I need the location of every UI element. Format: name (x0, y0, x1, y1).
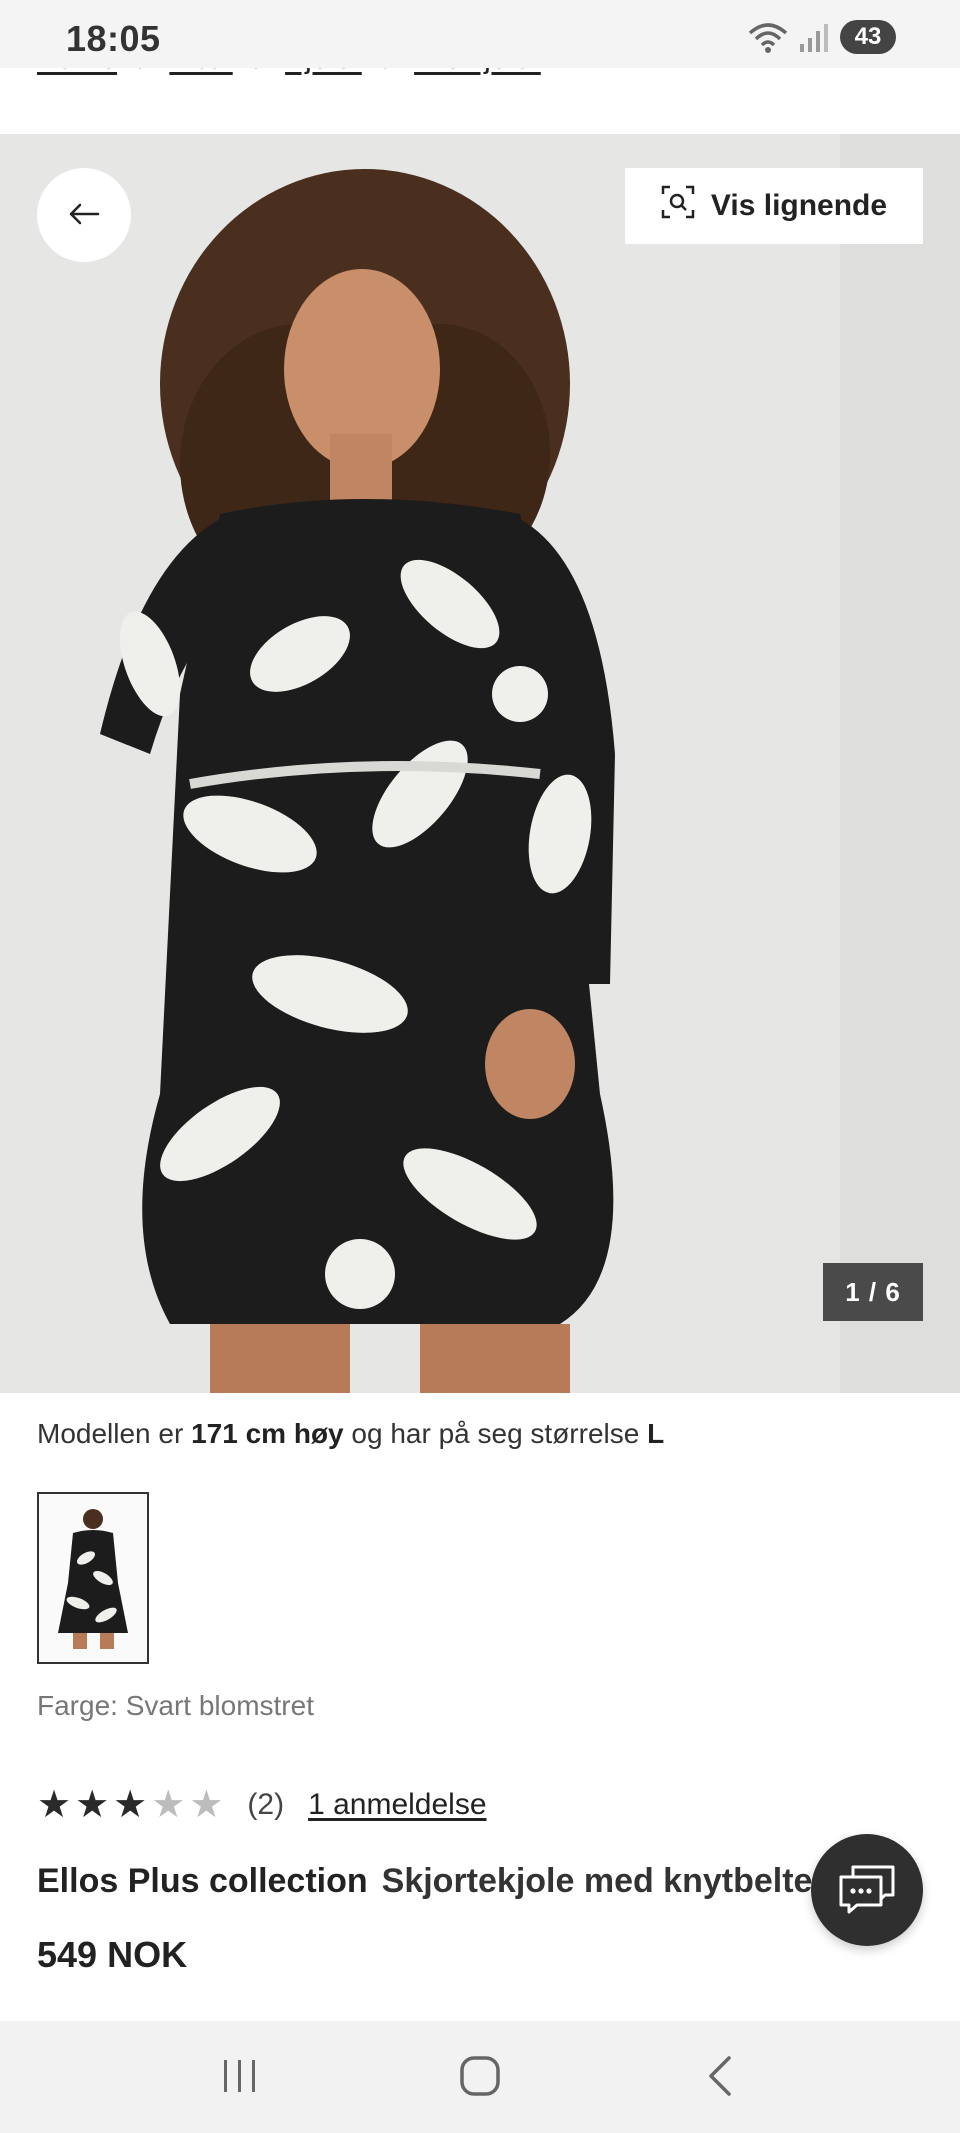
brand-name[interactable]: Ellos Plus collection (37, 1862, 368, 1900)
star-filled-icon: ★ (113, 1784, 148, 1826)
signal-icon (800, 22, 828, 52)
star-empty-icon: ★ (189, 1784, 224, 1826)
status-time: 18:05 (66, 18, 161, 59)
system-navigation-bar (0, 2021, 960, 2133)
home-icon (459, 2055, 501, 2100)
recent-apps-icon (220, 2058, 260, 2097)
status-bar: 18:05 43 (0, 0, 960, 68)
star-filled-icon: ★ (37, 1784, 72, 1826)
reviews-link[interactable]: 1 anmeldelse (308, 1788, 486, 1822)
product-photo (100, 169, 615, 1393)
model-middle: og har på seg størrelse (351, 1418, 640, 1449)
chat-button[interactable] (811, 1834, 923, 1946)
product-title: Ellos Plus collection Skjortekjole med kn… (37, 1862, 817, 1901)
product-price: 549 NOK (37, 1934, 188, 1975)
star-filled-icon: ★ (75, 1784, 110, 1826)
show-similar-label: Vis lignende (710, 189, 888, 222)
model-size: L (647, 1418, 665, 1449)
rating-stars: ★ ★ ★ ★ ★ (37, 1786, 223, 1824)
model-height: 171 cm høy (191, 1418, 344, 1449)
model-info: Modellen er 171 cm høy og har på seg stø… (37, 1418, 664, 1450)
recent-apps-button[interactable] (190, 2037, 290, 2117)
star-empty-icon: ★ (151, 1784, 186, 1826)
image-counter: 1 / 6 (823, 1263, 923, 1321)
status-icons: 43 (748, 20, 896, 54)
product-image-gallery[interactable]: Vis lignende 1 / 6 (0, 134, 960, 1393)
dress-thumbnail-image (58, 1509, 128, 1649)
battery-indicator: 43 (840, 20, 896, 54)
show-similar-button[interactable]: Vis lignende (625, 168, 923, 244)
wifi-icon (748, 21, 788, 53)
model-prefix: Modellen er (37, 1418, 184, 1449)
color-label: Farge: Svart blomstret (37, 1690, 314, 1721)
product-name: Skjortekjole med knytbelte (381, 1862, 813, 1900)
chat-icon (837, 1863, 897, 1918)
back-button[interactable] (37, 168, 131, 262)
home-button[interactable] (430, 2037, 530, 2117)
rating-count: (2) (247, 1788, 285, 1821)
product-rating: ★ ★ ★ ★ ★ (2) 1 anmeldelse (37, 1786, 487, 1824)
color-swatch-thumbnail[interactable] (37, 1492, 149, 1664)
back-icon (705, 2055, 735, 2100)
visual-search-icon (661, 185, 695, 227)
back-arrow-icon (68, 202, 100, 229)
back-nav-button[interactable] (670, 2037, 770, 2117)
